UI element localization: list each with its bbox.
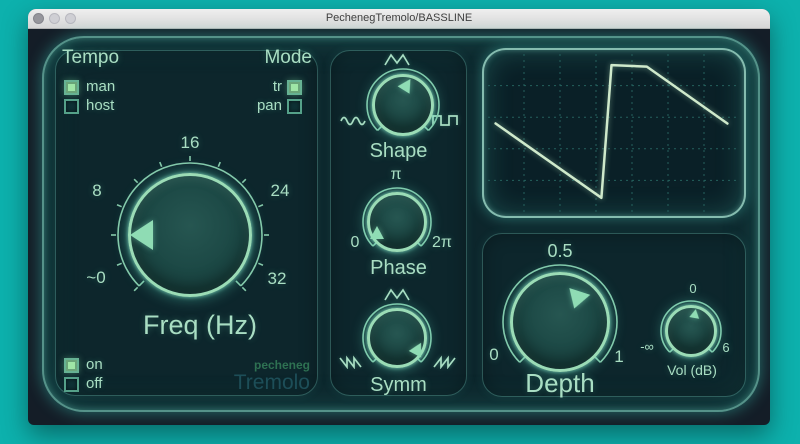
close-button[interactable] [33,13,44,24]
tempo-label: Tempo [62,47,119,69]
freq-tick-min: ~0 [78,268,114,288]
symm-knob-title: Symm [330,374,467,397]
mode-tr-label: tr [273,79,282,95]
plugin-window: PechenegTremolo/BASSLINE Tempo man host … [28,9,770,425]
tempo-host-checkbox[interactable] [64,99,79,114]
mode-tr-row: tr [233,79,302,95]
mode-tr-checkbox[interactable] [287,80,302,95]
power-off-label: off [86,376,102,392]
mode-label: Mode [258,47,312,69]
waveform-plot [488,54,740,212]
brand-logo-line2: Tremolo [210,372,310,394]
power-off-checkbox[interactable] [64,377,79,392]
mode-pan-row: pan [233,98,302,114]
brand-logo: pecheneg Tremolo [210,359,310,394]
minimize-button[interactable] [49,13,60,24]
title-bar[interactable]: PechenegTremolo/BASSLINE [28,9,770,29]
power-off-row: off [64,376,102,392]
vol-tick-min: -∞ [629,339,665,354]
tempo-man-label: man [86,79,115,95]
freq-knob-pointer [130,220,153,250]
freq-knob-title: Freq (Hz) [110,310,290,341]
shape-knob-title: Shape [330,140,467,163]
tempo-host-row: host [64,98,114,114]
mode-pan-checkbox[interactable] [287,99,302,114]
vol-knob-pointer [689,308,700,319]
depth-knob[interactable] [510,272,610,372]
phase-knob-title: Phase [330,257,467,280]
tempo-man-checkbox[interactable] [64,80,79,95]
freq-tick-8: 8 [79,181,115,201]
freq-tick-24: 24 [262,181,298,201]
phase-knob[interactable] [367,192,427,252]
phase-tick-0: 0 [337,234,373,252]
freq-tick-32: 32 [259,269,295,289]
vol-knob-title: Vol (dB) [652,362,732,378]
zoom-button[interactable] [65,13,76,24]
symm-knob[interactable] [367,308,427,368]
power-on-checkbox[interactable] [64,358,79,373]
depth-knob-title: Depth [490,368,630,399]
freq-tick-16: 16 [172,133,208,153]
depth-tick-0: 0 [476,345,512,365]
vol-tick-6: 6 [708,340,744,355]
window-title: PechenegTremolo/BASSLINE [28,9,770,28]
tempo-host-label: host [86,98,114,114]
power-on-row: on [64,357,103,373]
power-on-label: on [86,357,103,373]
phase-tick-2pi: 2π [424,234,460,252]
mode-pan-label: pan [257,98,282,114]
tempo-man-row: man [64,79,115,95]
